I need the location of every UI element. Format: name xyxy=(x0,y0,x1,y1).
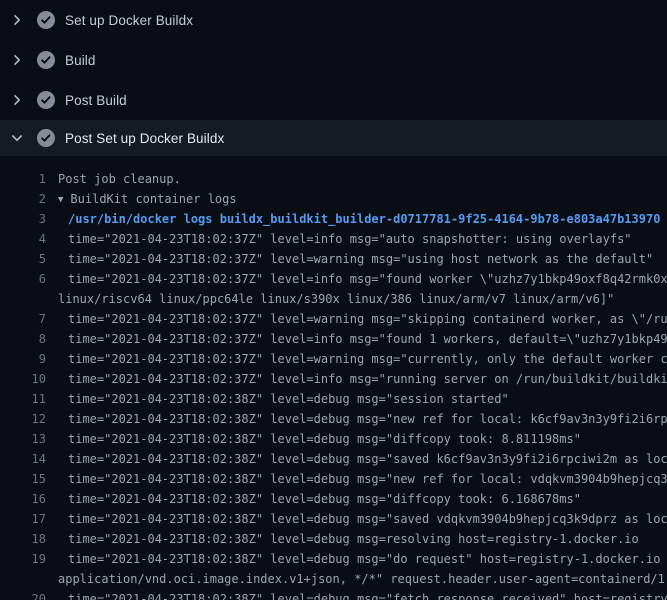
log-line-text: time="2021-04-23T18:02:38Z" level=debug … xyxy=(58,409,667,429)
log-line-text: time="2021-04-23T18:02:37Z" level=warnin… xyxy=(58,249,667,269)
log-line: 15 time="2021-04-23T18:02:38Z" level=debu… xyxy=(0,469,667,489)
chevron-right-icon[interactable] xyxy=(10,52,24,68)
log-line-number[interactable]: 17 xyxy=(0,509,46,529)
log-line-text: time="2021-04-23T18:02:37Z" level=info m… xyxy=(58,329,667,349)
log-line-number[interactable]: 5 xyxy=(0,249,46,269)
log-line-text: time="2021-04-23T18:02:38Z" level=debug … xyxy=(58,449,667,469)
log-line: 1 Post job cleanup. xyxy=(0,169,667,189)
log-line-number[interactable]: 10 xyxy=(0,369,46,389)
log-line-text: time="2021-04-23T18:02:37Z" level=info m… xyxy=(58,269,667,289)
log-line: 4 time="2021-04-23T18:02:37Z" level=info … xyxy=(0,229,667,249)
step-row-post-build[interactable]: Post Build xyxy=(0,80,667,120)
log-line: application/vnd.oci.image.index.v1+json,… xyxy=(0,569,667,589)
step-label: Set up Docker Buildx xyxy=(65,13,193,28)
log-line: 10 time="2021-04-23T18:02:37Z" level=info… xyxy=(0,369,667,389)
log-line-text: time="2021-04-23T18:02:38Z" level=debug … xyxy=(58,549,667,569)
log-line: 6 time="2021-04-23T18:02:37Z" level=info … xyxy=(0,269,667,289)
log-line: 17 time="2021-04-23T18:02:38Z" level=debu… xyxy=(0,509,667,529)
log-line-text: time="2021-04-23T18:02:38Z" level=debug … xyxy=(58,489,667,509)
log-line: 12 time="2021-04-23T18:02:38Z" level=debu… xyxy=(0,409,667,429)
log-line-number[interactable]: 15 xyxy=(0,469,46,489)
log-line-number[interactable]: 9 xyxy=(0,349,46,369)
step-row-build[interactable]: Build xyxy=(0,40,667,80)
log-line-number[interactable]: 14 xyxy=(0,449,46,469)
log-line-text: time="2021-04-23T18:02:38Z" level=debug … xyxy=(58,509,667,529)
log-line-number[interactable]: 18 xyxy=(0,529,46,549)
step-row-set-up-docker-buildx[interactable]: Set up Docker Buildx xyxy=(0,0,667,40)
log-line-text: time="2021-04-23T18:02:38Z" level=debug … xyxy=(58,589,667,600)
log-line-text: time="2021-04-23T18:02:37Z" level=info m… xyxy=(58,369,667,389)
log-line-number[interactable]: 8 xyxy=(0,329,46,349)
actions-log-viewer: Set up Docker Buildx Build Post Build Post … xyxy=(0,0,667,600)
log-line-number[interactable]: 20 xyxy=(0,589,46,600)
chevron-right-icon[interactable] xyxy=(10,92,24,108)
steps-list: Set up Docker Buildx Build Post Build Post … xyxy=(0,0,667,156)
log-line-number[interactable]: 6 xyxy=(0,269,46,289)
log-line-number[interactable] xyxy=(0,569,46,589)
log-command-text: /usr/bin/docker logs buildx_buildkit_bui… xyxy=(58,209,667,229)
log-line-number[interactable]: 11 xyxy=(0,389,46,409)
log-line-number[interactable]: 1 xyxy=(0,169,46,189)
log-line-text: Post job cleanup. xyxy=(58,169,667,189)
log-line: 7 time="2021-04-23T18:02:37Z" level=warni… xyxy=(0,309,667,329)
log-line: 20 time="2021-04-23T18:02:38Z" level=debu… xyxy=(0,589,667,600)
log-line: 9 time="2021-04-23T18:02:37Z" level=warni… xyxy=(0,349,667,369)
step-row-post-set-up-docker-buildx[interactable]: Post Set up Docker Buildx xyxy=(0,120,667,156)
log-line-number[interactable]: 2 xyxy=(0,189,46,209)
log-line: 19 time="2021-04-23T18:02:38Z" level=debu… xyxy=(0,549,667,569)
log-panel: 1 Post job cleanup. 2 ▼ BuildKit container l… xyxy=(0,156,667,600)
log-line-text: time="2021-04-23T18:02:37Z" level=warnin… xyxy=(58,309,667,329)
log-group-header[interactable]: ▼ BuildKit container logs xyxy=(58,189,667,209)
log-line: 11 time="2021-04-23T18:02:38Z" level=debu… xyxy=(0,389,667,409)
log-line-text: time="2021-04-23T18:02:38Z" level=debug … xyxy=(58,429,667,449)
status-check-icon xyxy=(37,91,55,109)
log-line-number[interactable]: 16 xyxy=(0,489,46,509)
log-line-text: time="2021-04-23T18:02:38Z" level=debug … xyxy=(58,389,667,409)
step-label: Build xyxy=(65,53,96,68)
log-line: 18 time="2021-04-23T18:02:38Z" level=debu… xyxy=(0,529,667,549)
log-line: linux/riscv64 linux/ppc64le linux/s390x … xyxy=(0,289,667,309)
log-line-text: time="2021-04-23T18:02:37Z" level=info m… xyxy=(58,229,667,249)
step-label: Post Build xyxy=(65,93,127,108)
log-line-number[interactable]: 13 xyxy=(0,429,46,449)
log-line-number[interactable]: 12 xyxy=(0,409,46,429)
log-line-number[interactable]: 7 xyxy=(0,309,46,329)
log-line: 3/usr/bin/docker logs buildx_buildkit_bu… xyxy=(0,209,667,229)
log-line: 5 time="2021-04-23T18:02:37Z" level=warni… xyxy=(0,249,667,269)
log-group-label[interactable]: BuildKit container logs xyxy=(70,192,236,206)
log-line-number[interactable]: 19 xyxy=(0,549,46,569)
log-line-text: linux/riscv64 linux/ppc64le linux/s390x … xyxy=(58,289,667,309)
log-line: 8 time="2021-04-23T18:02:37Z" level=info … xyxy=(0,329,667,349)
chevron-right-icon[interactable] xyxy=(10,12,24,28)
log-line: 14 time="2021-04-23T18:02:38Z" level=debu… xyxy=(0,449,667,469)
log-line-number[interactable] xyxy=(0,289,46,309)
step-label: Post Set up Docker Buildx xyxy=(65,131,224,146)
log-line: 2 ▼ BuildKit container logs xyxy=(0,189,667,209)
log-line-number[interactable]: 4 xyxy=(0,229,46,249)
log-line-number[interactable]: 3 xyxy=(0,209,46,229)
log-line-text: time="2021-04-23T18:02:38Z" level=debug … xyxy=(58,529,667,549)
status-check-icon xyxy=(37,11,55,29)
log-group-toggle-icon[interactable]: ▼ xyxy=(58,190,63,209)
log-line: 16 time="2021-04-23T18:02:38Z" level=debu… xyxy=(0,489,667,509)
chevron-down-icon[interactable] xyxy=(10,130,24,146)
log-line-text: time="2021-04-23T18:02:38Z" level=debug … xyxy=(58,469,667,489)
log-line-text: application/vnd.oci.image.index.v1+json,… xyxy=(58,569,667,589)
log-line: 13 time="2021-04-23T18:02:38Z" level=debu… xyxy=(0,429,667,449)
status-check-icon xyxy=(37,51,55,69)
status-check-icon xyxy=(37,129,55,147)
log-line-text: time="2021-04-23T18:02:37Z" level=warnin… xyxy=(58,349,667,369)
